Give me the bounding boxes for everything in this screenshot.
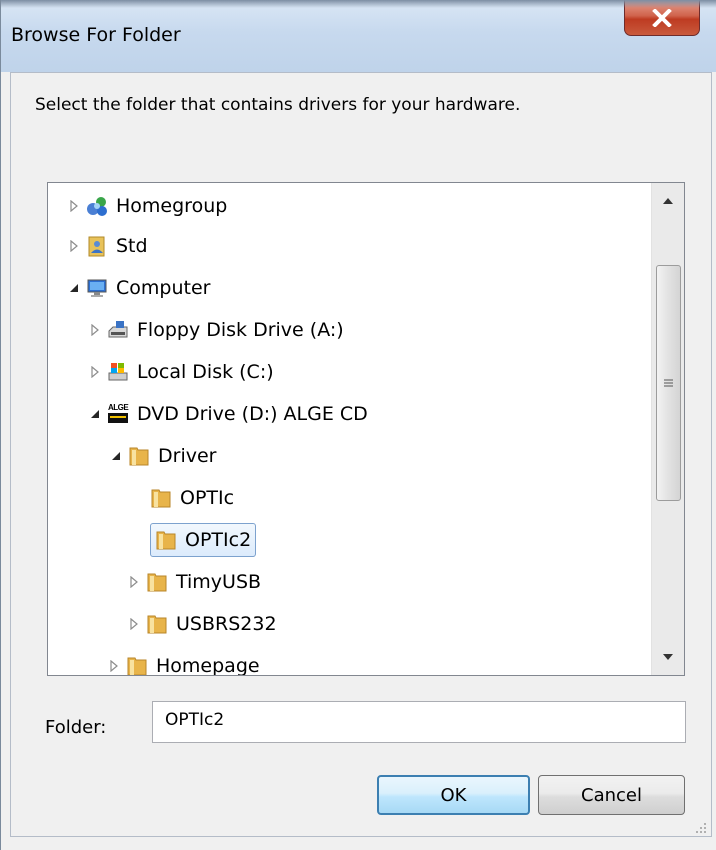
local-disk-icon — [108, 363, 128, 381]
folder-tree-viewport: Homegroup Std Computer Floppy Disk Drive… — [48, 183, 652, 675]
tree-item-label: Local Disk (C:) — [137, 361, 274, 383]
dvd-drive-icon: ALGE — [107, 403, 129, 425]
folder-icon — [127, 657, 147, 675]
resize-grip-icon[interactable] — [693, 820, 707, 834]
close-button[interactable] — [624, 0, 700, 36]
tree-item-computer[interactable]: Computer — [68, 273, 210, 303]
expand-arrow-icon[interactable] — [89, 366, 101, 378]
tree-item-homegroup[interactable]: Homegroup — [68, 191, 227, 221]
folder-name-input[interactable] — [152, 701, 686, 743]
expand-arrow-icon[interactable] — [89, 324, 101, 336]
dvd-icon-text: ALGE — [108, 403, 129, 412]
tree-item-dvd-drive[interactable]: ALGE DVD Drive (D:) ALGE CD — [89, 399, 368, 429]
computer-icon — [87, 279, 107, 297]
collapse-arrow-icon[interactable] — [89, 408, 101, 420]
tree-item-label: Driver — [158, 445, 217, 467]
folder-icon — [151, 489, 171, 508]
scroll-down-arrow-icon — [663, 654, 673, 660]
collapse-arrow-icon[interactable] — [68, 282, 80, 294]
tree-item-std[interactable]: Std — [68, 231, 148, 261]
folder-icon — [129, 447, 149, 466]
expand-arrow-icon[interactable] — [68, 200, 80, 212]
cancel-button[interactable]: Cancel — [538, 775, 685, 815]
tree-item-floppy-disk-drive[interactable]: Floppy Disk Drive (A:) — [89, 315, 344, 345]
tree-item-local-disk[interactable]: Local Disk (C:) — [89, 357, 274, 387]
tree-item-label: OPTIc — [180, 487, 235, 509]
tree-item-homepage[interactable]: Homepage — [108, 651, 260, 675]
user-folder-icon — [88, 236, 105, 257]
scroll-up-arrow-icon — [663, 198, 673, 204]
expand-arrow-icon[interactable] — [128, 618, 140, 630]
tree-item-driver[interactable]: Driver — [110, 441, 216, 471]
tree-item-label: DVD Drive (D:) ALGE CD — [137, 403, 368, 425]
tree-item-label: Homegroup — [116, 195, 228, 217]
vertical-scrollbar[interactable] — [651, 183, 684, 675]
expand-arrow-icon[interactable] — [68, 240, 80, 252]
tree-item-label: Std — [116, 235, 148, 257]
tree-item-timyusb[interactable]: TimyUSB — [128, 567, 261, 597]
tree-item-optic[interactable]: OPTIc — [132, 483, 234, 513]
tree-item-label: TimyUSB — [176, 571, 262, 593]
tree-item-label: Floppy Disk Drive (A:) — [137, 319, 344, 341]
homegroup-icon — [87, 197, 107, 216]
scroll-grip-icon — [664, 379, 673, 387]
floppy-drive-icon — [108, 321, 128, 338]
scroll-thumb[interactable] — [656, 265, 681, 501]
folder-tree[interactable]: Homegroup Std Computer Floppy Disk Drive… — [47, 182, 685, 676]
folder-icon — [156, 531, 176, 550]
tree-item-usbrs232[interactable]: USBRS232 — [128, 609, 277, 639]
close-x-icon — [652, 8, 672, 27]
instruction-text: Select the folder that contains drivers … — [35, 95, 521, 115]
tree-item-label: OPTIc2 — [185, 529, 252, 551]
window-title: Browse For Folder — [11, 24, 181, 46]
folder-icon — [147, 615, 167, 634]
tree-item-label: Homepage — [156, 655, 260, 675]
expand-arrow-icon[interactable] — [128, 576, 140, 588]
expand-arrow-icon[interactable] — [108, 660, 120, 672]
scroll-down-button[interactable] — [652, 641, 684, 673]
folder-label: Folder: — [45, 717, 107, 738]
ok-button[interactable]: OK — [377, 775, 530, 815]
title-bar[interactable]: Browse For Folder — [1, 0, 716, 72]
tree-item-optic2[interactable]: OPTIc2 — [132, 523, 257, 557]
tree-item-label: USBRS232 — [176, 613, 277, 635]
selected-highlight: OPTIc2 — [150, 523, 257, 557]
no-expander — [132, 534, 144, 546]
tree-item-label: Computer — [116, 277, 211, 299]
collapse-arrow-icon[interactable] — [110, 450, 122, 462]
browse-for-folder-dialog: Browse For Folder Select the folder that… — [0, 0, 716, 850]
no-expander — [132, 492, 144, 504]
folder-icon — [147, 573, 167, 592]
scroll-up-button[interactable] — [652, 185, 684, 217]
